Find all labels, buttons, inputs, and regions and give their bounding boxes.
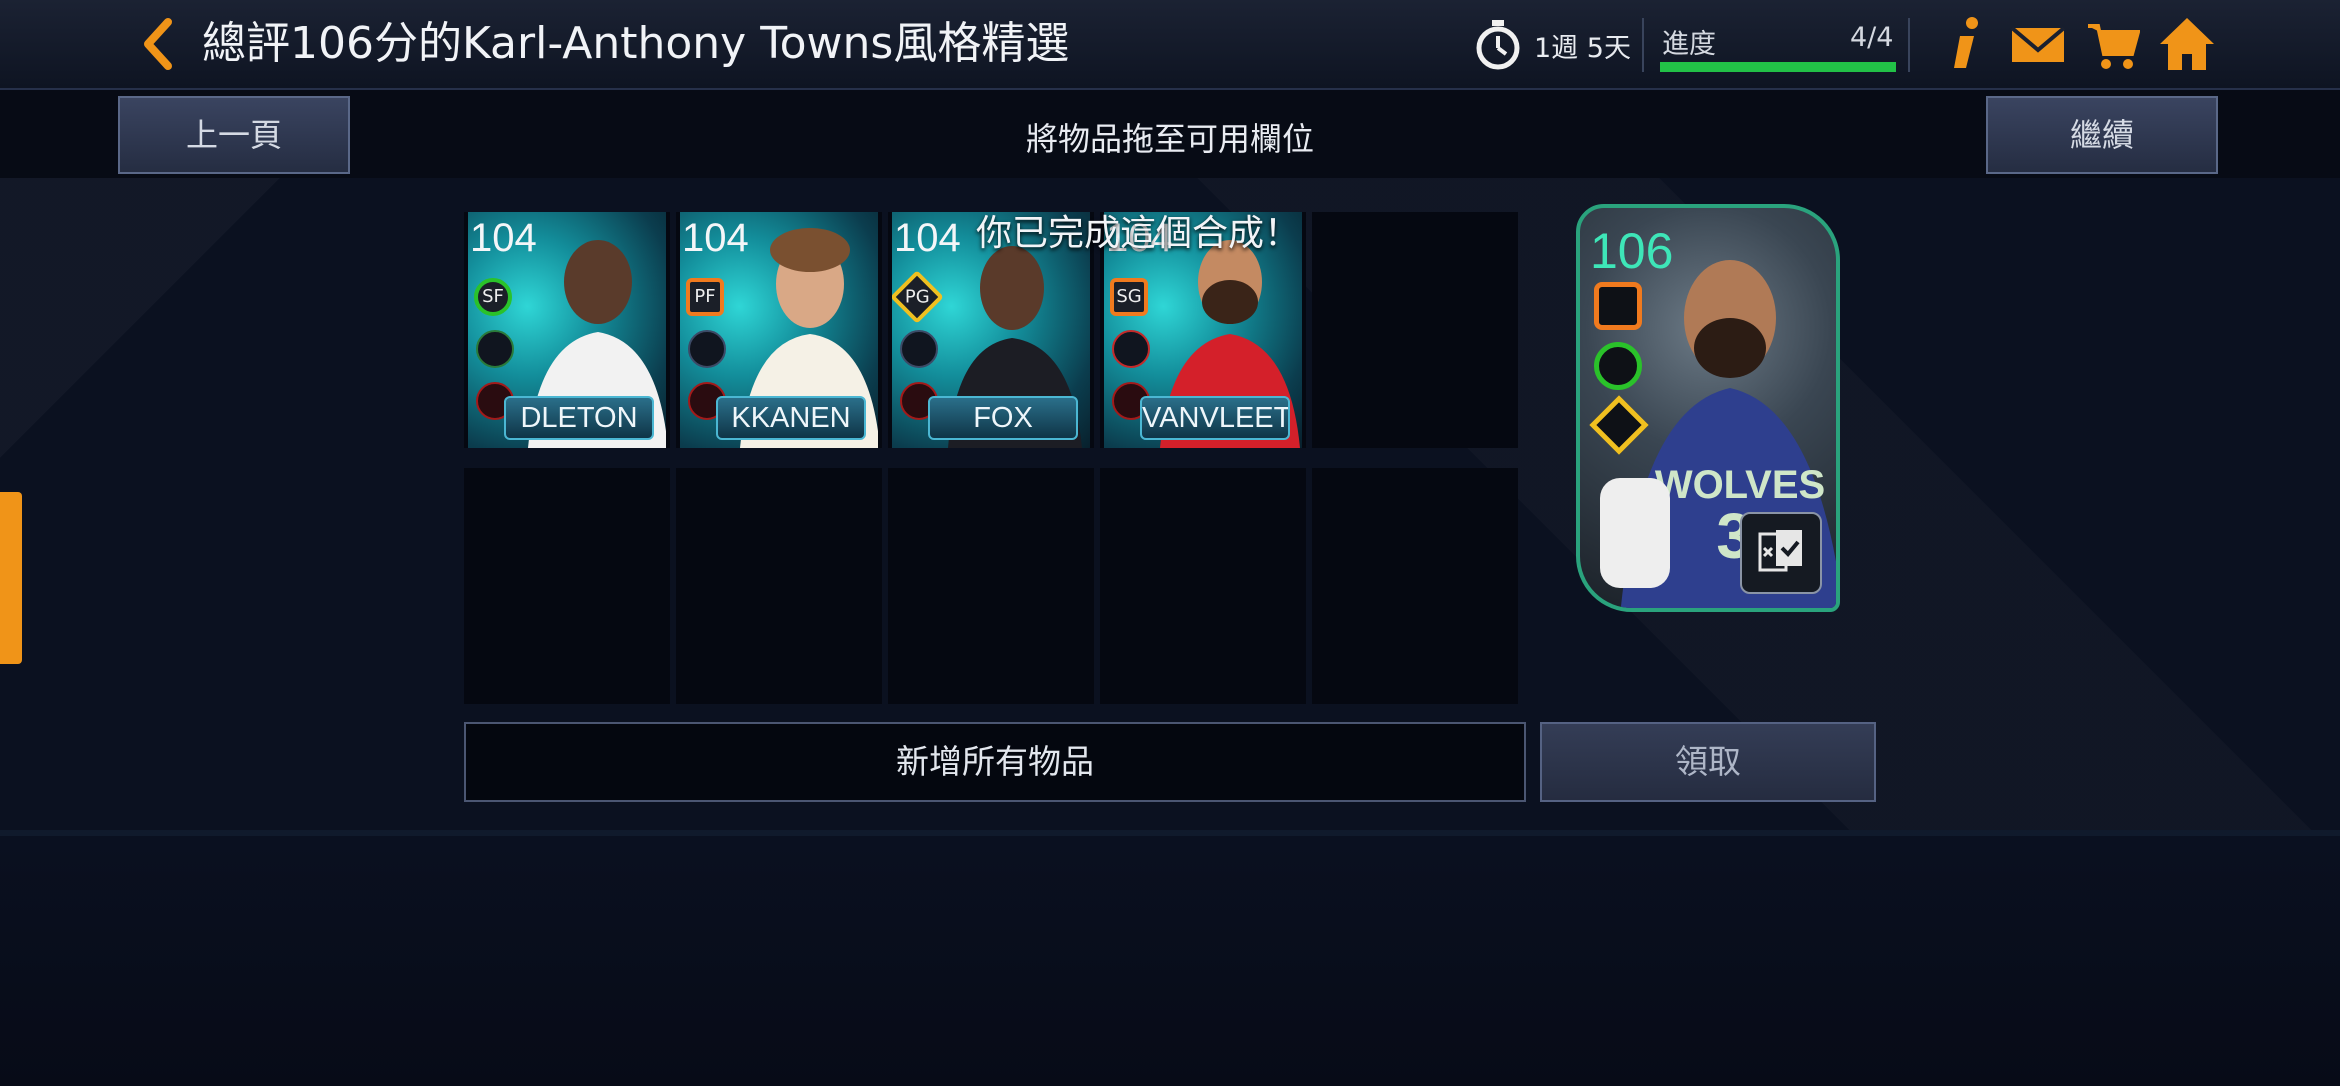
stopwatch-icon	[1476, 20, 1520, 70]
item-slot[interactable]	[1100, 468, 1306, 704]
item-slot[interactable]	[1312, 212, 1518, 448]
progress-label: 進度	[1662, 29, 1716, 60]
swap-icon[interactable]	[1740, 512, 1822, 594]
card-rating: 104	[470, 216, 537, 260]
add-all-items-button[interactable]: 新增所有物品	[464, 722, 1526, 802]
player-card[interactable]: 104 SF DLETON	[468, 212, 666, 448]
position-label: PG	[904, 286, 930, 307]
item-slot[interactable]	[1312, 468, 1518, 704]
card-rating: 104	[682, 216, 749, 260]
continue-button[interactable]: 繼續	[1986, 96, 2218, 174]
player-name: DLETON	[504, 396, 654, 440]
item-slot[interactable]	[888, 468, 1094, 704]
reward-position-badge	[1594, 282, 1642, 330]
mail-icon[interactable]	[2010, 14, 2066, 74]
top-bar: 總評106分的Karl-Anthony Towns風格精選 1週 5天 進度 4…	[0, 0, 2340, 90]
reward-rating: 106	[1590, 223, 1674, 279]
position-label: SG	[1116, 286, 1142, 307]
player-name: VANVLEET	[1140, 396, 1290, 440]
position-label: SF	[482, 286, 504, 307]
position-badge: SF	[474, 278, 512, 316]
player-card[interactable]: 104 PF KKANEN	[680, 212, 878, 448]
divider	[1642, 18, 1644, 72]
bottom-area	[0, 830, 2340, 1086]
team-logo-icon	[900, 330, 938, 368]
progress-value: 4/4	[1850, 22, 1894, 53]
cart-icon[interactable]	[2086, 14, 2140, 74]
claim-button[interactable]: 領取	[1540, 722, 1876, 802]
back-arrow-icon[interactable]	[138, 16, 178, 72]
page-title: 總評106分的Karl-Anthony Towns風格精選	[202, 18, 1070, 69]
team-logo-icon	[1112, 330, 1150, 368]
divider	[1908, 18, 1910, 72]
home-icon[interactable]	[2158, 14, 2216, 74]
player-name: KKANEN	[716, 396, 866, 440]
side-drawer-tab[interactable]	[0, 492, 22, 664]
player-name: FOX	[928, 396, 1078, 440]
background-panel	[0, 88, 2340, 830]
progress-bar-fill	[1660, 62, 1896, 72]
position-label: PF	[694, 286, 716, 307]
position-badge: PF	[686, 278, 724, 316]
progress-bar	[1660, 62, 1896, 72]
card-check-icon	[1758, 530, 1802, 572]
completed-message: 你已完成這個合成！	[976, 213, 1301, 254]
reward-position-badge	[1594, 342, 1642, 390]
position-badge: SG	[1110, 278, 1148, 316]
card-rating: 104	[894, 216, 961, 260]
item-slot[interactable]	[464, 468, 670, 704]
team-logo-icon	[476, 330, 514, 368]
team-logo-icon	[688, 330, 726, 368]
timer-text: 1週 5天	[1534, 33, 1631, 64]
info-icon[interactable]	[1946, 14, 1986, 74]
item-slot[interactable]	[676, 468, 882, 704]
